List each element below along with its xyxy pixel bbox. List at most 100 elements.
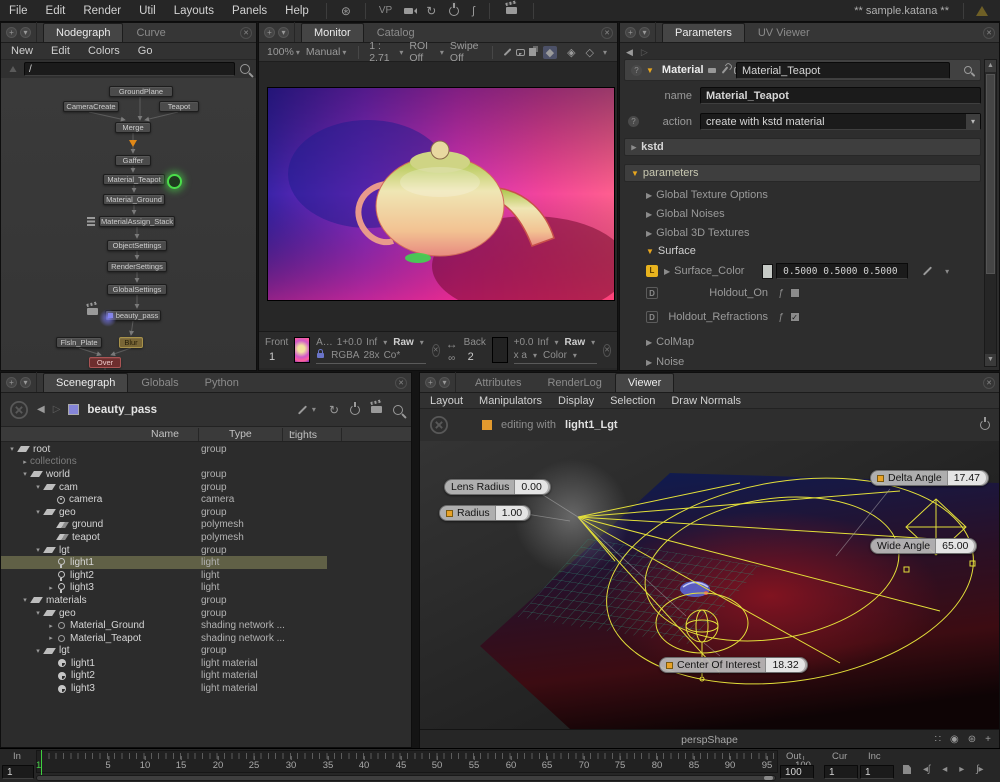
refresh-icon[interactable]: ↻ — [329, 403, 339, 417]
back-colorspace[interactable]: Color — [543, 350, 567, 361]
menubar-item[interactable]: Render — [74, 5, 130, 17]
comment-icon[interactable] — [516, 49, 525, 56]
pane-split-button[interactable]: + — [6, 377, 17, 388]
scenegraph-row[interactable]: light3 light material — [1, 682, 411, 695]
expand-icon[interactable]: ▾ — [20, 596, 30, 604]
back-clamp[interactable]: Inf — [537, 337, 548, 348]
grid-menu-icon[interactable]: ∷ — [935, 734, 941, 745]
scenegraph-row[interactable]: ▾ world group — [1, 468, 411, 481]
menubar-item[interactable]: Layouts — [165, 5, 223, 17]
parameters-group[interactable]: ▼ parameters — [624, 164, 981, 182]
tab[interactable]: Globals — [128, 373, 191, 392]
close-icon[interactable]: ✕ — [983, 27, 995, 39]
scroll-up-icon[interactable]: ▲ — [985, 60, 996, 72]
nodegraph-menu-item[interactable]: New — [11, 45, 33, 57]
scenegraph-row[interactable]: ▸ light3 light — [1, 582, 411, 595]
wrench-icon[interactable] — [721, 66, 728, 73]
tab[interactable]: Nodegraph — [43, 23, 123, 42]
color-swatch[interactable] — [762, 264, 773, 279]
clear-edit-icon[interactable] — [430, 416, 448, 434]
center-icon[interactable]: ◇ — [586, 46, 594, 59]
pane-menu-button[interactable]: ▾ — [20, 27, 31, 38]
front-view-mode[interactable]: Raw — [393, 337, 414, 348]
tab[interactable]: Curve — [123, 23, 178, 42]
front-exposure[interactable]: 1+0.0 — [337, 337, 362, 348]
name-input[interactable]: Material_Teapot — [700, 87, 981, 104]
disclosure-icon[interactable]: ▼ — [631, 169, 639, 178]
front-thumbnail[interactable] — [294, 337, 310, 363]
viewer-menu-item[interactable]: Manipulators — [479, 395, 542, 407]
disclosure-icon[interactable]: ▶ — [631, 143, 637, 151]
scrollbar[interactable]: ▲ ▼ — [984, 59, 997, 367]
colmap-group[interactable]: ▶ ColMap — [646, 336, 694, 348]
chevron-down-icon[interactable]: ▾ — [965, 114, 980, 129]
pane-menu-button[interactable]: ▾ — [439, 377, 450, 388]
render-image[interactable] — [267, 87, 615, 301]
tab[interactable]: Python — [192, 373, 252, 392]
front-clear-icon[interactable]: ✕ — [432, 344, 440, 357]
expand-icon[interactable]: ▸ — [46, 634, 56, 642]
graph-node[interactable]: GlobalSettings — [107, 284, 167, 295]
layers-icon[interactable] — [529, 48, 536, 56]
scenegraph-row[interactable]: ▾ lgt group — [1, 544, 411, 557]
manipulator-pill[interactable]: Lens Radius 0.00 — [444, 479, 551, 495]
disclosure-icon[interactable]: ▼ — [646, 66, 654, 75]
chevron-down-icon[interactable]: ▾ — [383, 338, 387, 347]
menubar-item[interactable]: Util — [130, 5, 165, 17]
holdout-checkbox[interactable]: ✓ — [790, 288, 800, 298]
update-mode-select[interactable]: Manual▾ — [306, 46, 348, 58]
forward-icon[interactable]: ▷ — [53, 404, 61, 415]
in-field[interactable]: 1 — [2, 765, 34, 779]
graph-node[interactable]: Merge — [115, 122, 151, 133]
graph-node[interactable]: RenderSettings — [107, 261, 167, 272]
close-icon[interactable]: ✕ — [240, 27, 252, 39]
column-name[interactable]: Name — [151, 428, 179, 440]
front-slot[interactable]: A… — [316, 337, 333, 348]
back-icon[interactable]: ◀ — [626, 47, 633, 58]
viewport-3d[interactable]: Lens Radius 0.00 Radius 1.00 Delta Angle… — [420, 441, 999, 729]
parameter-subgroup[interactable]: ▶Global 3D Textures — [646, 227, 750, 239]
hook-icon[interactable]: ʃ — [472, 5, 474, 17]
tab[interactable]: Parameters — [662, 23, 745, 42]
expand-icon[interactable]: ▸ — [46, 622, 56, 630]
nodegraph-menu-item[interactable]: Go — [138, 45, 153, 57]
pane-menu-button[interactable]: ▾ — [639, 27, 650, 38]
graph-node[interactable]: MaterialAssign_Stack — [99, 216, 175, 227]
graph-node[interactable]: Material_Ground — [103, 194, 165, 205]
pill-value[interactable]: 65.00 — [935, 539, 974, 553]
graph-node[interactable]: GroundPlane — [109, 86, 173, 97]
surface-group[interactable]: ▼ Surface — [646, 245, 696, 257]
back-exposure[interactable]: +0.0 — [514, 337, 534, 348]
power-icon[interactable] — [350, 405, 360, 415]
tab[interactable]: Monitor — [301, 23, 364, 42]
manipulator-pill[interactable]: Wide Angle 65.00 — [870, 538, 977, 554]
action-dropdown[interactable]: create with kstd material ▾ — [700, 113, 981, 130]
scenegraph-row[interactable]: light1 light material — [1, 657, 411, 670]
step-forward-icon[interactable]: ▸ — [959, 764, 964, 775]
menubar-item[interactable]: Edit — [37, 5, 75, 17]
close-icon[interactable]: ✕ — [395, 377, 407, 389]
scenegraph-row[interactable]: ground polymesh — [1, 519, 411, 532]
pill-value[interactable]: 18.32 — [765, 658, 804, 672]
surface-color-values[interactable]: 0.5000 0.5000 0.5000 — [776, 263, 908, 279]
settings-icon[interactable]: ⊛ — [968, 734, 976, 745]
clear-context-icon[interactable] — [10, 401, 28, 419]
tab[interactable]: Scenegraph — [43, 373, 128, 392]
node-name-field[interactable]: Material_Teapot — [736, 62, 950, 79]
inc-field[interactable]: 1 — [860, 765, 894, 779]
search-icon[interactable] — [964, 66, 972, 74]
material-node-header[interactable]: ? ▼ Material Material_Teapot — [624, 59, 981, 81]
pane-split-button[interactable]: + — [6, 27, 17, 38]
scenegraph-row[interactable]: ▸ Material_Teapot shading network ... — [1, 632, 411, 645]
scrollbar-thumb[interactable] — [986, 74, 995, 274]
front-colorspace[interactable]: Co* — [384, 350, 401, 361]
chevron-down-icon[interactable]: ▾ — [555, 338, 559, 347]
flipbook-icon[interactable] — [903, 765, 911, 774]
kstd-group[interactable]: ▶ kstd — [624, 138, 981, 156]
back-sub[interactable]: x a — [514, 350, 527, 361]
zoom-select[interactable]: 100%▾ — [267, 46, 302, 58]
link-buffers-icon[interactable]: ∞ — [448, 353, 455, 364]
scroll-down-icon[interactable]: ▼ — [985, 354, 996, 366]
cur-field[interactable]: 1 — [824, 765, 858, 779]
chevron-down-icon[interactable]: ▾ — [603, 48, 607, 57]
